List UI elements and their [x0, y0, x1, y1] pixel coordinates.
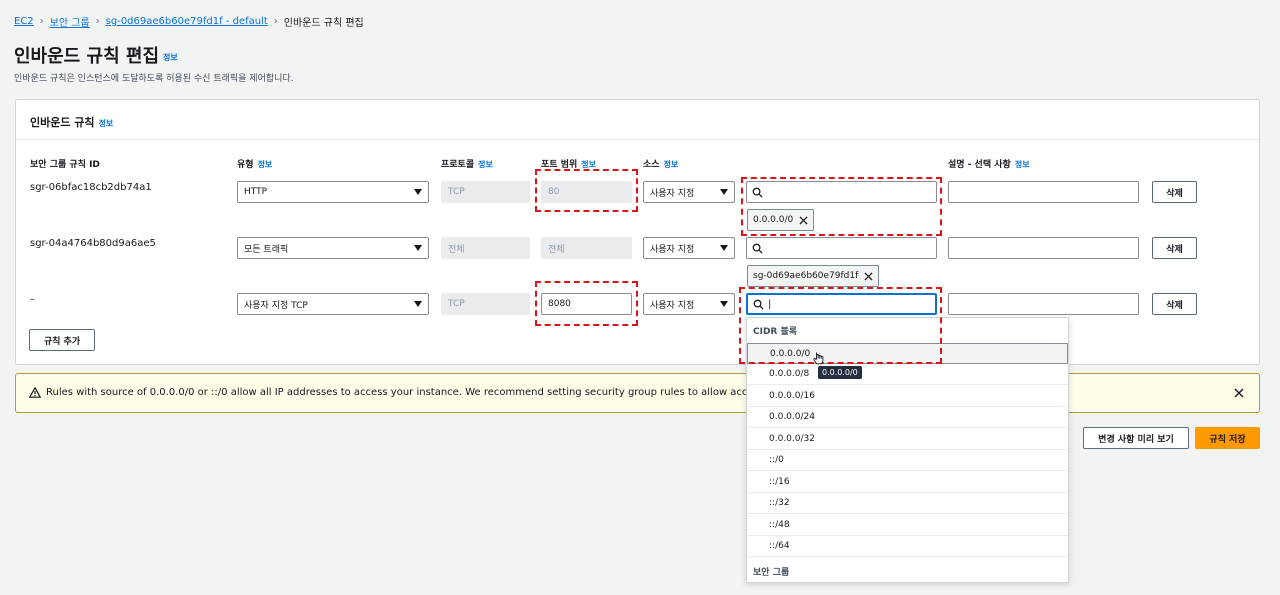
col-protocol-info[interactable]: 정보	[478, 160, 493, 169]
col-description-info[interactable]: 정보	[1015, 160, 1030, 169]
dropdown-option[interactable]: 0.0.0.0/24	[747, 407, 1068, 428]
type-select[interactable]: HTTP	[237, 181, 429, 203]
delete-button[interactable]: 삭제	[1152, 181, 1197, 203]
source-highlight-box	[741, 177, 942, 236]
search-icon	[752, 243, 763, 254]
breadcrumb-separator: ›	[273, 16, 278, 27]
preview-changes-button[interactable]: 변경 사항 미리 보기	[1083, 427, 1189, 449]
caret-down-icon	[720, 301, 728, 307]
tooltip: 0.0.0.0/0	[818, 366, 862, 379]
close-icon[interactable]	[1234, 388, 1244, 398]
save-rules-button[interactable]: 규칙 저장	[1195, 427, 1260, 449]
page-title-text: 인바운드 규칙 편집	[14, 46, 160, 67]
page-description: 인바운드 규칙은 인스턴스에 도달하도록 허용된 수신 트래픽을 제어합니다.	[14, 74, 294, 84]
col-source: 소스 정보	[643, 157, 678, 170]
source-token-label: sg-0d69ae6b60e79fd1f	[753, 271, 859, 281]
col-type-info[interactable]: 정보	[258, 160, 273, 169]
breadcrumb-separator: ›	[39, 16, 44, 27]
source-type-value: 사용자 지정	[650, 188, 695, 199]
panel-divider	[16, 139, 1259, 140]
close-icon[interactable]	[864, 271, 873, 281]
delete-button[interactable]: 삭제	[1152, 237, 1197, 259]
col-description-label: 설명 - 선택 사항	[948, 160, 1011, 170]
type-select-value: HTTP	[244, 187, 268, 197]
port-highlight-box	[535, 169, 638, 212]
dropdown-option[interactable]: 0.0.0.0/16	[747, 386, 1068, 407]
source-type-select[interactable]: 사용자 지정	[643, 293, 735, 315]
port-range-input: 전체	[541, 237, 632, 259]
breadcrumb-current: 인바운드 규칙 편집	[283, 18, 364, 29]
source-token: sg-0d69ae6b60e79fd1f	[747, 265, 880, 287]
dropdown-option[interactable]: ::/64	[747, 536, 1068, 557]
rule-id: –	[30, 294, 35, 305]
description-input[interactable]	[948, 237, 1139, 259]
breadcrumb-ec2[interactable]: EC2	[14, 16, 34, 27]
protocol-field: TCP	[441, 181, 530, 203]
dropdown-group-security-groups: 보안 그룹	[753, 568, 790, 578]
col-port-info[interactable]: 정보	[581, 160, 596, 169]
dropdown-option[interactable]: ::/16	[747, 472, 1068, 493]
type-select[interactable]: 모든 트래픽	[237, 237, 429, 259]
caret-down-icon	[414, 301, 422, 307]
type-select[interactable]: 사용자 지정 TCP	[237, 293, 429, 315]
hand-cursor-icon	[813, 352, 824, 365]
type-select-value: 사용자 지정 TCP	[244, 300, 308, 311]
breadcrumb-security-group[interactable]: sg-0d69ae6b60e79fd1f - default	[106, 16, 268, 27]
description-input[interactable]	[948, 181, 1139, 203]
dropdown-option[interactable]: ::/32	[747, 493, 1068, 514]
breadcrumb: EC2 › 보안 그룹 › sg-0d69ae6b60e79fd1f - def…	[14, 14, 364, 29]
caret-down-icon	[414, 245, 422, 251]
caret-down-icon	[720, 245, 728, 251]
breadcrumb-separator: ›	[95, 16, 100, 27]
protocol-field: TCP	[441, 293, 530, 315]
page-info-link[interactable]: 정보	[163, 53, 178, 62]
port-highlight-box	[535, 281, 638, 326]
breadcrumb-security-groups[interactable]: 보안 그룹	[50, 14, 90, 29]
page-title: 인바운드 규칙 편집 정보	[14, 42, 178, 68]
panel-info-link[interactable]: 정보	[99, 119, 114, 128]
protocol-field: 전체	[441, 237, 530, 259]
col-protocol-label: 프로토콜	[441, 160, 475, 170]
col-source-info[interactable]: 정보	[664, 160, 679, 169]
col-protocol: 프로토콜 정보	[441, 157, 493, 170]
caret-down-icon	[720, 189, 728, 195]
source-type-value: 사용자 지정	[650, 300, 695, 311]
panel-title-text: 인바운드 규칙	[30, 116, 95, 129]
dropdown-option[interactable]: 0.0.0.0/8	[747, 364, 1068, 385]
col-type: 유형 정보	[237, 157, 272, 170]
source-search-input[interactable]	[746, 237, 937, 259]
description-input[interactable]	[948, 293, 1139, 315]
warning-text: Rules with source of 0.0.0.0/0 or ::/0 a…	[46, 387, 746, 398]
col-rule-id: 보안 그룹 규칙 ID	[30, 160, 100, 170]
source-type-select[interactable]: 사용자 지정	[643, 181, 735, 203]
add-rule-button[interactable]: 규칙 추가	[29, 329, 95, 351]
dropdown-highlight-box	[739, 287, 942, 364]
warning-icon	[29, 387, 41, 398]
panel-title: 인바운드 규칙 정보	[30, 114, 113, 130]
dropdown-option[interactable]: ::/0	[747, 450, 1068, 471]
col-description: 설명 - 선택 사항 정보	[948, 157, 1030, 170]
rule-id: sgr-04a4764b80d9a6ae5	[30, 238, 156, 249]
dropdown-option[interactable]: ::/48	[747, 515, 1068, 536]
col-source-label: 소스	[643, 160, 660, 170]
dropdown-option[interactable]: 0.0.0.0/32	[747, 429, 1068, 450]
caret-down-icon	[414, 189, 422, 195]
rule-id: sgr-06bfac18cb2db74a1	[30, 182, 152, 193]
type-select-value: 모든 트래픽	[244, 244, 289, 255]
col-type-label: 유형	[237, 160, 254, 170]
delete-button[interactable]: 삭제	[1152, 293, 1197, 315]
source-type-select[interactable]: 사용자 지정	[643, 237, 735, 259]
source-type-value: 사용자 지정	[650, 244, 695, 255]
